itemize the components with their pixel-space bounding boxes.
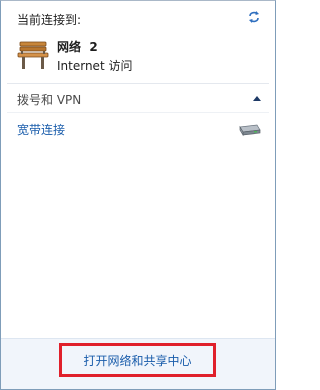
divider bbox=[7, 83, 269, 84]
divider bbox=[7, 112, 269, 113]
chevron-up-icon[interactable] bbox=[253, 95, 261, 101]
network-name: 网络 2 bbox=[57, 40, 98, 54]
bench-icon bbox=[17, 41, 49, 69]
network-status: Internet 访问 bbox=[57, 59, 133, 73]
modem-icon bbox=[239, 124, 261, 137]
network-flyout: 当前连接到: 网络 2 Internet 访问 拨号和 VPN 宽带连接 bbox=[0, 0, 276, 390]
broadband-connection-item[interactable]: 宽带连接 bbox=[17, 121, 65, 138]
open-network-sharing-center-link[interactable]: 打开网络和共享中心 bbox=[59, 343, 216, 377]
dialup-section-title: 拨号和 VPN bbox=[17, 93, 82, 107]
refresh-icon[interactable] bbox=[247, 10, 261, 24]
header-title: 当前连接到: bbox=[17, 13, 82, 27]
